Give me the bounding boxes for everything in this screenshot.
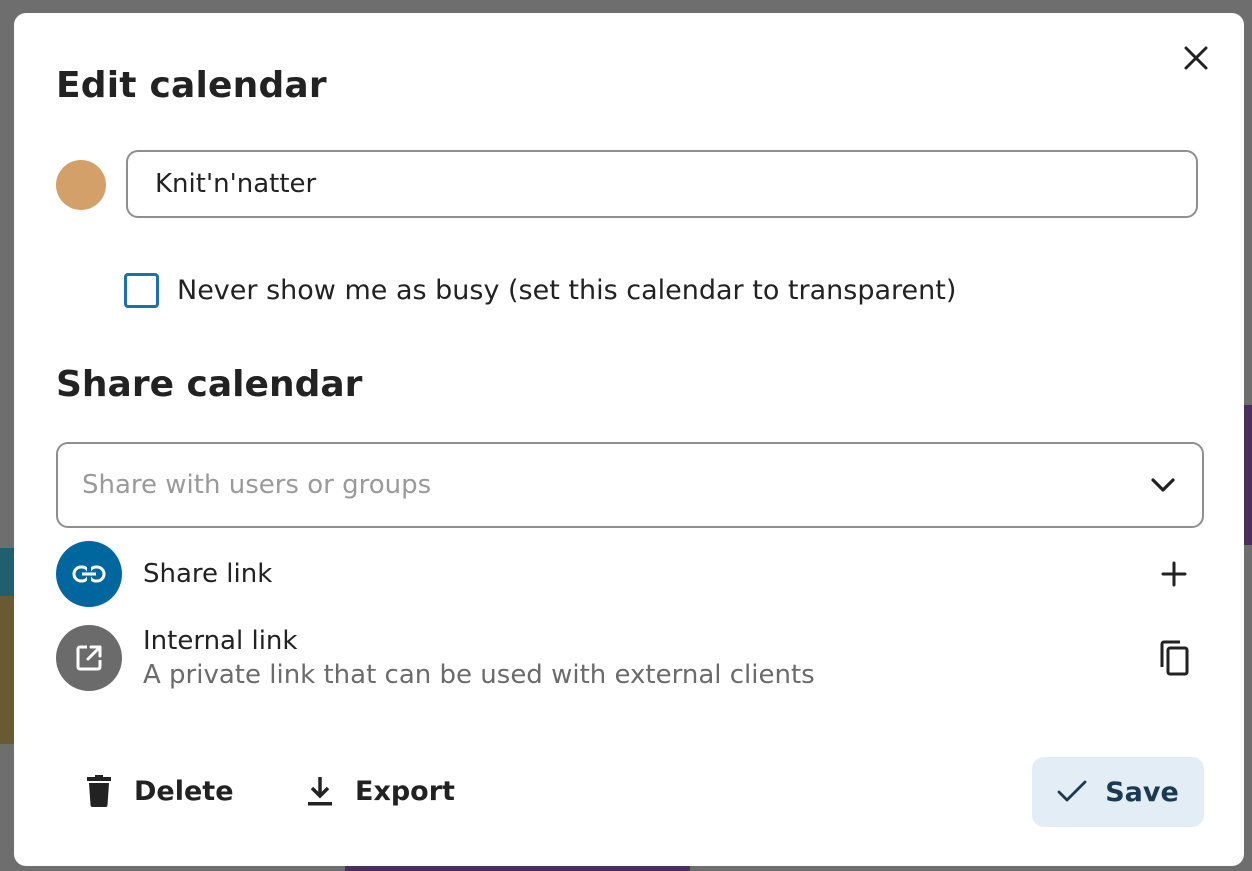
- delete-label: Delete: [134, 775, 234, 807]
- link-icon: [56, 541, 122, 607]
- share-section-title: Share calendar: [56, 364, 363, 405]
- download-icon: [305, 774, 335, 808]
- internal-link-description: A private link that can be used with ext…: [143, 660, 815, 690]
- background-event-strip: [0, 548, 14, 596]
- trash-icon: [84, 774, 114, 808]
- close-icon: [1184, 46, 1208, 70]
- transparent-checkbox-row[interactable]: Never show me as busy (set this calendar…: [124, 273, 956, 308]
- share-link-label: Share link: [143, 559, 273, 589]
- open-in-new-icon: [56, 625, 122, 691]
- transparent-checkbox[interactable]: [124, 273, 159, 308]
- transparent-checkbox-label: Never show me as busy (set this calendar…: [177, 275, 957, 306]
- save-label: Save: [1105, 776, 1179, 808]
- add-share-link-button[interactable]: [1152, 552, 1196, 596]
- copy-internal-link-button[interactable]: [1152, 636, 1196, 680]
- internal-link-row: Internal link A private link that can be…: [56, 619, 1204, 697]
- dialog-title: Edit calendar: [56, 65, 327, 106]
- plus-icon: [1161, 561, 1187, 587]
- share-link-row: Share link: [56, 541, 1204, 607]
- close-button[interactable]: [1176, 38, 1216, 78]
- background-event-strip: [0, 596, 14, 744]
- calendar-name-input[interactable]: [126, 150, 1198, 218]
- edit-calendar-dialog: Edit calendar Never show me as busy (set…: [14, 13, 1244, 866]
- internal-link-label: Internal link: [143, 626, 298, 656]
- checkmark-icon: [1057, 776, 1089, 808]
- delete-button[interactable]: Delete: [84, 757, 234, 825]
- share-with-select[interactable]: Share with users or groups: [56, 442, 1204, 528]
- background-event-strip: [1244, 405, 1252, 545]
- save-button[interactable]: Save: [1032, 757, 1204, 827]
- export-button[interactable]: Export: [305, 757, 455, 825]
- chevron-down-icon[interactable]: [1148, 470, 1178, 500]
- calendar-color-picker[interactable]: [56, 160, 106, 210]
- copy-icon: [1160, 640, 1189, 676]
- share-with-placeholder: Share with users or groups: [82, 470, 432, 500]
- export-label: Export: [355, 775, 455, 807]
